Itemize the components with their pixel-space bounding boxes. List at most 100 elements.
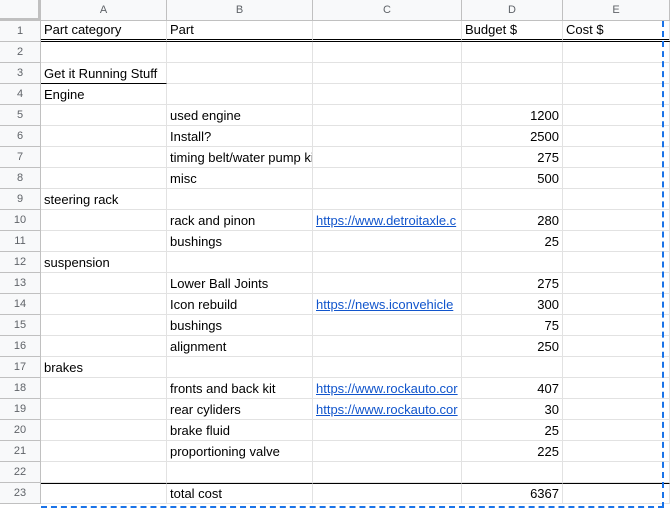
cell-e11[interactable]	[563, 231, 670, 252]
cell-c15[interactable]	[313, 315, 462, 336]
row-header-10[interactable]: 10	[0, 210, 41, 231]
cell-a3[interactable]: Get it Running Stuff	[41, 63, 167, 84]
cell-c17[interactable]	[313, 357, 462, 378]
cell-b7[interactable]: timing belt/water pump kit	[167, 147, 313, 168]
cell-b20[interactable]: brake fluid	[167, 420, 313, 441]
cell-d11[interactable]: 25	[462, 231, 563, 252]
cell-d22[interactable]	[462, 462, 563, 483]
cell-e18[interactable]	[563, 378, 670, 399]
row-header-8[interactable]: 8	[0, 168, 41, 189]
row-header-4[interactable]: 4	[0, 84, 41, 105]
cell-b8[interactable]: misc	[167, 168, 313, 189]
row-header-17[interactable]: 17	[0, 357, 41, 378]
cell-c14[interactable]: https://news.iconvehicle	[313, 294, 462, 315]
cell-d10[interactable]: 280	[462, 210, 563, 231]
cell-c2[interactable]	[313, 42, 462, 63]
cell-d7[interactable]: 275	[462, 147, 563, 168]
cell-a19[interactable]	[41, 399, 167, 420]
cell-e3[interactable]	[563, 63, 670, 84]
cell-c1[interactable]	[313, 21, 462, 42]
cell-c11[interactable]	[313, 231, 462, 252]
cell-a12[interactable]: suspension	[41, 252, 167, 273]
row-header-14[interactable]: 14	[0, 294, 41, 315]
cell-d6[interactable]: 2500	[462, 126, 563, 147]
cell-b16[interactable]: alignment	[167, 336, 313, 357]
cell-b13[interactable]: Lower Ball Joints	[167, 273, 313, 294]
cell-a13[interactable]	[41, 273, 167, 294]
cell-b15[interactable]: bushings	[167, 315, 313, 336]
cell-c7[interactable]	[313, 147, 462, 168]
cell-b2[interactable]	[167, 42, 313, 63]
row-header-23[interactable]: 23	[0, 483, 41, 504]
cell-a7[interactable]	[41, 147, 167, 168]
row-header-20[interactable]: 20	[0, 420, 41, 441]
row-header-15[interactable]: 15	[0, 315, 41, 336]
cell-b14[interactable]: Icon rebuild	[167, 294, 313, 315]
cell-c3[interactable]	[313, 63, 462, 84]
cell-a5[interactable]	[41, 105, 167, 126]
cell-d2[interactable]	[462, 42, 563, 63]
cell-a20[interactable]	[41, 420, 167, 441]
cell-e17[interactable]	[563, 357, 670, 378]
cell-d15[interactable]: 75	[462, 315, 563, 336]
cell-d12[interactable]	[462, 252, 563, 273]
cell-b1[interactable]: Part	[167, 21, 313, 42]
cell-a21[interactable]	[41, 441, 167, 462]
cell-c20[interactable]	[313, 420, 462, 441]
cell-a10[interactable]	[41, 210, 167, 231]
cell-e23[interactable]	[563, 483, 670, 504]
column-header-d[interactable]: D	[462, 0, 563, 21]
row-header-6[interactable]: 6	[0, 126, 41, 147]
cell-e22[interactable]	[563, 462, 670, 483]
cell-c8[interactable]	[313, 168, 462, 189]
cell-e1[interactable]: Cost $	[563, 21, 670, 42]
cell-e19[interactable]	[563, 399, 670, 420]
cell-b23[interactable]: total cost	[167, 483, 313, 504]
cell-c12[interactable]	[313, 252, 462, 273]
cell-b4[interactable]	[167, 84, 313, 105]
cell-d5[interactable]: 1200	[462, 105, 563, 126]
cell-b18[interactable]: fronts and back kit	[167, 378, 313, 399]
row-header-11[interactable]: 11	[0, 231, 41, 252]
select-all-corner[interactable]	[0, 0, 41, 21]
cell-e2[interactable]	[563, 42, 670, 63]
cell-c22[interactable]	[313, 462, 462, 483]
cell-d4[interactable]	[462, 84, 563, 105]
cell-c6[interactable]	[313, 126, 462, 147]
cell-a1[interactable]: Part category	[41, 21, 167, 42]
cell-a17[interactable]: brakes	[41, 357, 167, 378]
cell-b9[interactable]	[167, 189, 313, 210]
cell-c21[interactable]	[313, 441, 462, 462]
cell-e15[interactable]	[563, 315, 670, 336]
cell-c23[interactable]	[313, 483, 462, 504]
cell-d17[interactable]	[462, 357, 563, 378]
column-header-e[interactable]: E	[563, 0, 670, 21]
cell-b10[interactable]: rack and pinon	[167, 210, 313, 231]
cell-b17[interactable]	[167, 357, 313, 378]
cell-a2[interactable]	[41, 42, 167, 63]
cell-a6[interactable]	[41, 126, 167, 147]
cell-d16[interactable]: 250	[462, 336, 563, 357]
cell-d13[interactable]: 275	[462, 273, 563, 294]
cell-c9[interactable]	[313, 189, 462, 210]
cell-e6[interactable]	[563, 126, 670, 147]
cell-c16[interactable]	[313, 336, 462, 357]
row-header-7[interactable]: 7	[0, 147, 41, 168]
cell-c4[interactable]	[313, 84, 462, 105]
cell-d8[interactable]: 500	[462, 168, 563, 189]
cell-e14[interactable]	[563, 294, 670, 315]
cell-b22[interactable]	[167, 462, 313, 483]
cell-b11[interactable]: bushings	[167, 231, 313, 252]
cell-a23[interactable]	[41, 483, 167, 504]
cell-e13[interactable]	[563, 273, 670, 294]
row-header-1[interactable]: 1	[0, 21, 41, 42]
cell-a11[interactable]	[41, 231, 167, 252]
cell-a15[interactable]	[41, 315, 167, 336]
row-header-12[interactable]: 12	[0, 252, 41, 273]
cell-c10[interactable]: https://www.detroitaxle.c	[313, 210, 462, 231]
cell-a16[interactable]	[41, 336, 167, 357]
row-header-16[interactable]: 16	[0, 336, 41, 357]
row-header-3[interactable]: 3	[0, 63, 41, 84]
row-header-13[interactable]: 13	[0, 273, 41, 294]
cell-d1[interactable]: Budget $	[462, 21, 563, 42]
